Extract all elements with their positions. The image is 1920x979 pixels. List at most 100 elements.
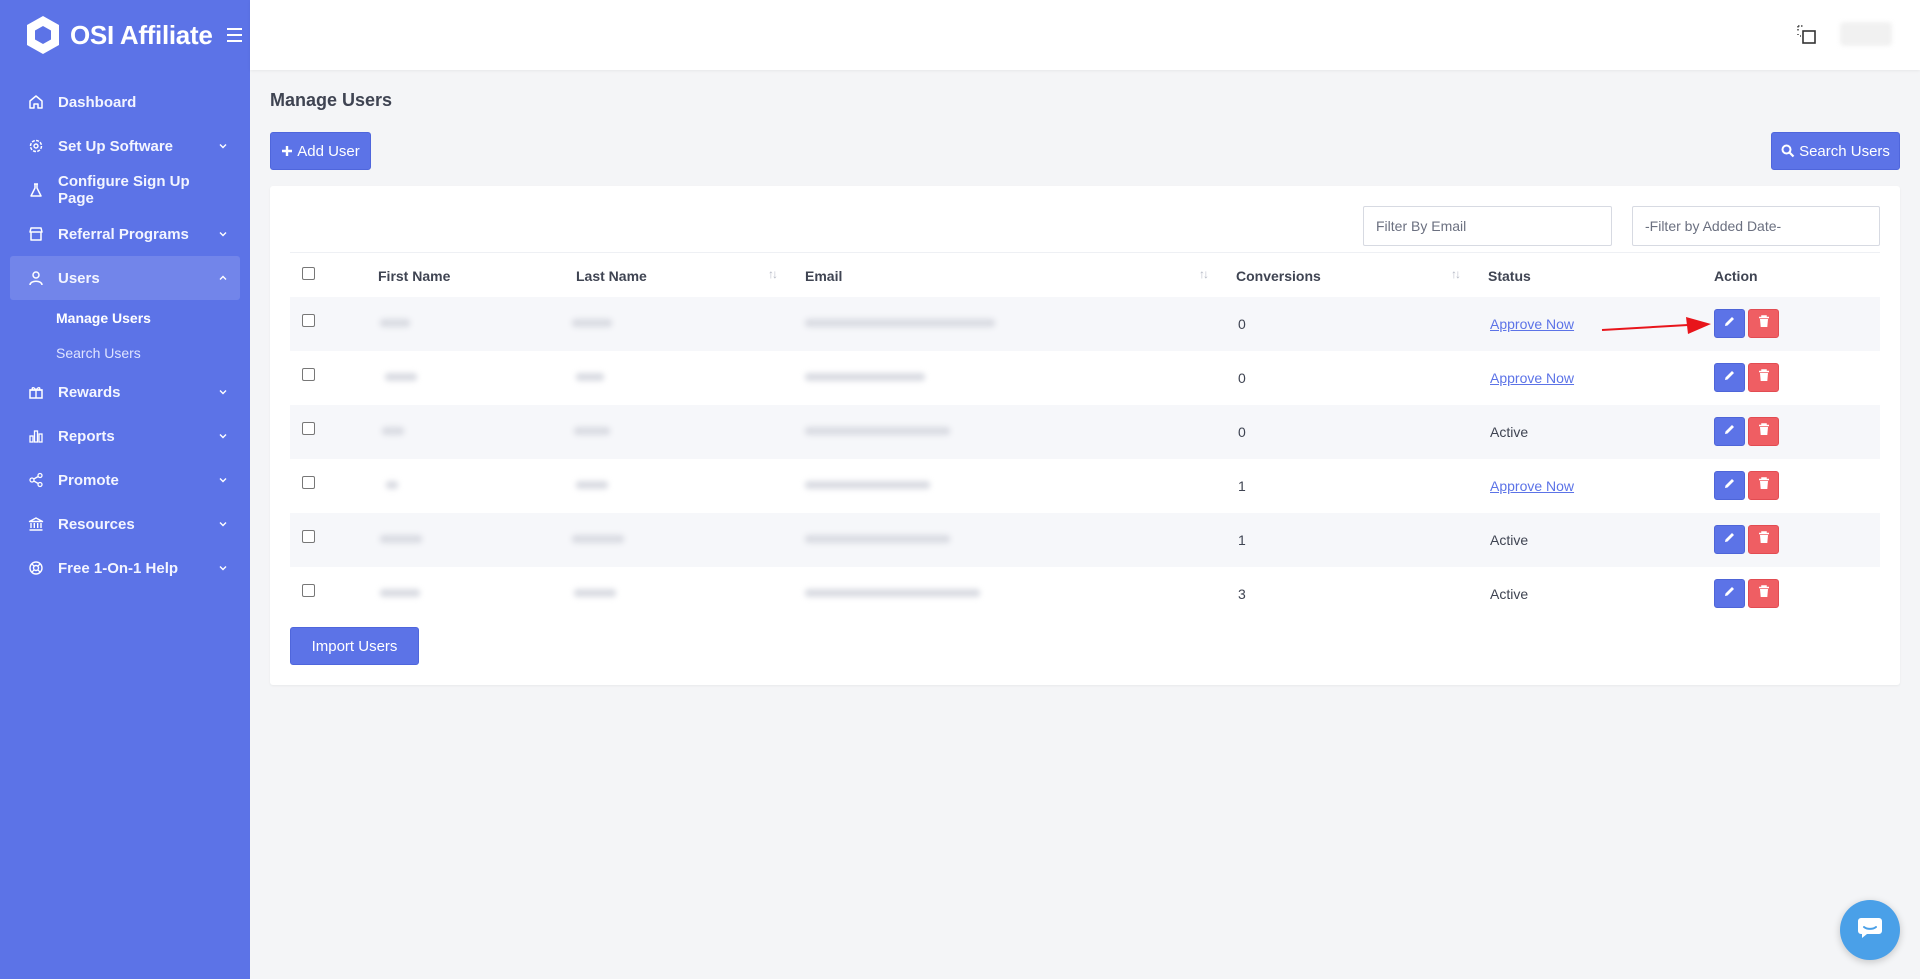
delete-button[interactable] xyxy=(1748,525,1779,554)
sidebar-item-set-up-software[interactable]: Set Up Software xyxy=(0,124,250,168)
sidebar-item-resources[interactable]: Resources xyxy=(0,502,250,546)
edit-button[interactable] xyxy=(1714,471,1745,500)
sidebar-item-dashboard[interactable]: Dashboard xyxy=(0,80,250,124)
gift-icon xyxy=(28,384,44,400)
sort-icon[interactable]: ↑↓ xyxy=(768,267,778,281)
table-row: 1 Active xyxy=(290,513,1880,567)
fullscreen-icon[interactable] xyxy=(1796,24,1818,46)
column-last-name[interactable]: Last Name xyxy=(576,253,647,298)
approve-now-link[interactable]: Approve Now xyxy=(1490,478,1574,494)
topbar xyxy=(250,0,1920,70)
sort-icon[interactable]: ↑↓ xyxy=(1199,267,1209,281)
edit-button[interactable] xyxy=(1714,525,1745,554)
edit-button[interactable] xyxy=(1714,309,1745,338)
pencil-icon xyxy=(1723,369,1736,387)
sidebar-subitem-manage-users[interactable]: Manage Users xyxy=(0,300,250,335)
search-users-button[interactable]: Search Users xyxy=(1771,132,1900,170)
row-checkbox[interactable] xyxy=(302,422,315,435)
sidebar-item-free-help[interactable]: Free 1-On-1 Help xyxy=(0,546,250,590)
delete-button[interactable] xyxy=(1748,417,1779,446)
conversions-cell: 1 xyxy=(1238,478,1246,494)
delete-button[interactable] xyxy=(1748,471,1779,500)
conversions-cell: 1 xyxy=(1238,532,1246,548)
trash-icon xyxy=(1758,422,1770,441)
add-user-button[interactable]: Add User xyxy=(270,132,371,170)
email-cell xyxy=(805,319,995,327)
osi-logo-icon xyxy=(24,14,62,56)
user-icon xyxy=(28,270,44,286)
last-name-cell xyxy=(574,589,616,597)
row-checkbox[interactable] xyxy=(302,584,315,597)
row-checkbox[interactable] xyxy=(302,530,315,543)
sidebar-item-referral-programs[interactable]: Referral Programs xyxy=(0,212,250,256)
first-name-cell xyxy=(380,319,410,327)
row-checkbox[interactable] xyxy=(302,368,315,381)
edit-button[interactable] xyxy=(1714,579,1745,608)
chevron-down-icon xyxy=(218,141,228,151)
table-row: 1 Approve Now xyxy=(290,459,1880,513)
lifebuoy-icon xyxy=(28,560,44,576)
approve-now-link[interactable]: Approve Now xyxy=(1490,316,1574,332)
sort-icon[interactable]: ↑↓ xyxy=(1451,267,1461,281)
trash-icon xyxy=(1758,530,1770,549)
filter-date-input[interactable] xyxy=(1632,206,1880,246)
conversions-cell: 0 xyxy=(1238,316,1246,332)
table-header: First Name Last Name ↑↓ Email ↑↓ Convers… xyxy=(290,252,1880,297)
pencil-icon xyxy=(1723,423,1736,441)
home-icon xyxy=(28,94,44,110)
column-status: Status xyxy=(1488,267,1531,284)
first-name-cell xyxy=(382,427,404,435)
sidebar-item-rewards[interactable]: Rewards xyxy=(0,370,250,414)
hamburger-menu-icon[interactable] xyxy=(226,28,242,42)
delete-button[interactable] xyxy=(1748,363,1779,392)
brand-name: OSI Affiliate xyxy=(70,19,213,50)
row-checkbox[interactable] xyxy=(302,314,315,327)
user-avatar[interactable] xyxy=(1840,22,1892,46)
chevron-down-icon xyxy=(218,431,228,441)
chat-widget-button[interactable] xyxy=(1840,900,1900,960)
pencil-icon xyxy=(1723,531,1736,549)
conversions-cell: 3 xyxy=(1238,586,1246,602)
column-first-name[interactable]: First Name xyxy=(378,253,450,298)
column-conversions[interactable]: Conversions xyxy=(1236,253,1321,298)
sidebar-item-promote[interactable]: Promote xyxy=(0,458,250,502)
sidebar-item-configure-sign-up-page[interactable]: Configure Sign Up Page xyxy=(0,168,250,212)
table-row: 0 Active xyxy=(290,405,1880,459)
sidebar-item-reports[interactable]: Reports xyxy=(0,414,250,458)
table-row: 0 Approve Now xyxy=(290,351,1880,405)
delete-button[interactable] xyxy=(1748,579,1779,608)
chevron-down-icon xyxy=(218,519,228,529)
filter-email-input[interactable] xyxy=(1363,206,1612,246)
email-cell xyxy=(805,535,950,543)
chevron-down-icon xyxy=(218,563,228,573)
sidebar-subitem-search-users[interactable]: Search Users xyxy=(0,335,250,370)
pencil-icon xyxy=(1723,585,1736,603)
status-cell: Active xyxy=(1490,424,1529,440)
pencil-icon xyxy=(1723,477,1736,495)
trash-icon xyxy=(1758,314,1770,333)
chevron-down-icon xyxy=(218,229,228,239)
delete-button[interactable] xyxy=(1748,309,1779,338)
import-users-button[interactable]: Import Users xyxy=(290,627,419,665)
row-checkbox[interactable] xyxy=(302,476,315,489)
chat-icon xyxy=(1857,916,1883,945)
select-all-checkbox[interactable] xyxy=(302,267,315,280)
table-row: 3 Active xyxy=(290,567,1880,621)
email-cell xyxy=(805,427,950,435)
trash-icon xyxy=(1758,584,1770,603)
status-cell: Active xyxy=(1490,532,1529,548)
status-cell: Active xyxy=(1490,586,1529,602)
chevron-down-icon xyxy=(218,475,228,485)
chevron-down-icon xyxy=(218,387,228,397)
share-icon xyxy=(28,472,44,488)
edit-button[interactable] xyxy=(1714,363,1745,392)
first-name-cell xyxy=(385,373,417,381)
column-email[interactable]: Email xyxy=(805,253,842,298)
sidebar-item-users[interactable]: Users xyxy=(10,256,240,300)
last-name-cell xyxy=(572,319,612,327)
annotation-arrow xyxy=(1601,317,1711,334)
edit-button[interactable] xyxy=(1714,417,1745,446)
approve-now-link[interactable]: Approve Now xyxy=(1490,370,1574,386)
chevron-up-icon xyxy=(218,273,228,283)
email-cell xyxy=(805,589,980,597)
